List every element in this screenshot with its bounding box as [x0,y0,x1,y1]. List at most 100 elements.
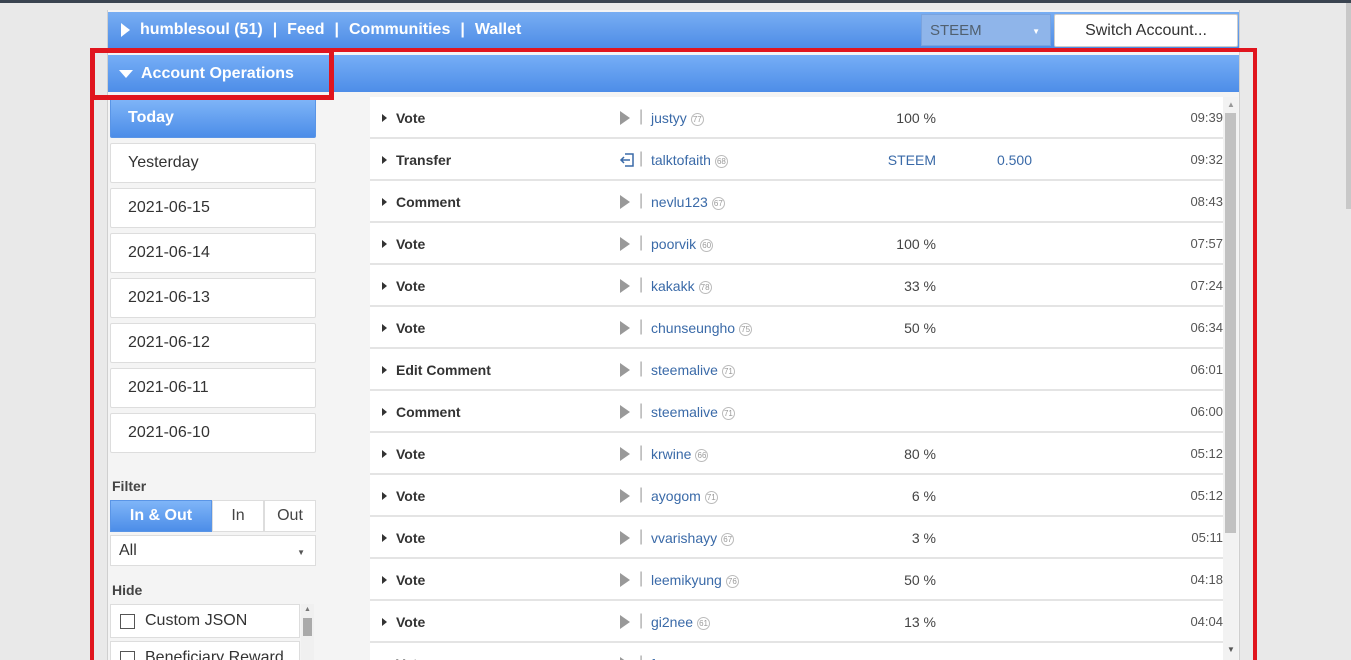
user-name: nevlu123 [651,194,708,210]
checkbox-icon[interactable] [120,650,135,660]
nav-feed-link[interactable]: Feed [287,21,324,39]
expand-arrow-icon[interactable] [382,618,387,626]
operation-type-select[interactable]: All ▼ [110,535,316,566]
account-operations-toggle[interactable]: Account Operations [108,55,330,92]
day-today-button[interactable]: Today [110,98,316,138]
filter-out-button[interactable]: Out [264,500,316,532]
operation-row[interactable]: Vote | kakakk 78 33 % 07:24 [370,265,1223,307]
scroll-up-icon[interactable]: ▲ [304,606,311,613]
operation-user-link[interactable]: leemikyung 76 [651,572,739,588]
operation-row[interactable]: Vote | fur [370,643,1223,660]
filter-segmented-control: In & Out In Out [110,500,316,532]
scroll-up-icon[interactable]: ▲ [1227,100,1235,109]
scroll-down-icon[interactable]: ▼ [1227,645,1235,654]
expand-arrow-icon[interactable] [382,240,387,248]
operation-user-link[interactable]: poorvik 60 [651,236,714,252]
operation-user-link[interactable]: fur [651,656,667,660]
sidebar: Today Yesterday 2021-06-15 2021-06-14 20… [108,98,320,660]
day-yesterday-button[interactable]: Yesterday [110,143,316,183]
operation-user-link[interactable]: steemalive 71 [651,404,735,420]
nav-communities-link[interactable]: Communities [349,21,450,39]
operation-row[interactable]: Comment | steemalive 71 06:00 [370,391,1223,433]
operation-row[interactable]: Vote | gi2nee 61 13 % 04:04 [370,601,1223,643]
reputation-badge: 61 [697,617,711,630]
expand-arrow-icon[interactable] [382,114,387,122]
operation-user-link[interactable]: steemalive 71 [651,362,735,378]
operation-user-link[interactable]: krwine 66 [651,446,709,462]
expand-arrow-icon[interactable] [382,534,387,542]
expand-arrow-icon[interactable] [382,198,387,206]
operation-user-link[interactable]: nevlu123 67 [651,194,725,210]
operation-user-link[interactable]: gi2nee 61 [651,614,711,630]
expand-arrow-icon[interactable] [382,324,387,332]
expand-arrow-icon[interactable] [382,282,387,290]
window-top-strip [0,0,1351,3]
play-icon [620,195,630,209]
day-button[interactable]: 2021-06-14 [110,233,316,273]
scroll-thumb[interactable] [303,618,312,636]
filter-in-out-button[interactable]: In & Out [110,500,212,532]
hide-options-list: Custom JSON Beneficiary Reward ▲ ▼ [110,604,316,660]
day-button[interactable]: 2021-06-12 [110,323,316,363]
checkbox-icon[interactable] [120,613,135,629]
scroll-thumb[interactable] [1225,113,1236,533]
nav-account-link[interactable]: humblesoul (51) [140,21,263,39]
day-button[interactable]: 2021-06-10 [110,413,316,453]
page-scrollbar[interactable] [1346,3,1351,209]
operation-type-value: All [119,541,137,559]
operation-user-link[interactable]: chunseungho 75 [651,320,753,336]
play-icon [620,489,630,503]
operation-user-link[interactable]: kakakk 78 [651,278,712,294]
operation-user-link[interactable]: talktofaith 68 [651,152,728,168]
operations-scrollbar[interactable]: ▲ ▼ [1223,97,1238,660]
operation-time: 06:00 [1190,404,1223,419]
operation-row[interactable]: Vote | ayogom 71 6 % 05:12 [370,475,1223,517]
operation-user-link[interactable]: justyy 77 [651,110,704,126]
operation-value: STEEM [887,152,936,168]
operation-row[interactable]: Comment | nevlu123 67 08:43 [370,181,1223,223]
day-button[interactable]: 2021-06-13 [110,278,316,318]
filter-in-button[interactable]: In [212,500,264,532]
expand-arrow-icon[interactable] [382,576,387,584]
operation-row[interactable]: Vote | justyy 77 100 % 09:39 [370,97,1223,139]
operation-user-link[interactable]: vvarishayy 67 [651,530,735,546]
operation-type: Edit Comment [396,362,491,378]
operation-row[interactable]: Vote | krwine 66 80 % 05:12 [370,433,1223,475]
operation-value: 100 % [896,236,936,252]
column-separator: | [639,570,644,587]
nav-wallet-link[interactable]: Wallet [475,21,522,39]
day-button[interactable]: 2021-06-11 [110,368,316,408]
currency-select[interactable]: STEEM ▼ [921,14,1051,46]
user-name: talktofaith [651,152,711,168]
operation-row[interactable]: Vote | vvarishayy 67 3 % 05:11 [370,517,1223,559]
operation-time: 05:12 [1190,488,1223,503]
hide-custom-json-checkbox[interactable]: Custom JSON [110,604,300,638]
expand-arrow-icon[interactable] [382,408,387,416]
play-icon [620,237,630,251]
operation-row[interactable]: Edit Comment | steemalive 71 06:01 [370,349,1223,391]
operation-row[interactable]: Vote | poorvik 60 100 % 07:57 [370,223,1223,265]
operation-row[interactable]: Vote | chunseungho 75 50 % 06:34 [370,307,1223,349]
operation-user-link[interactable]: ayogom 71 [651,488,718,504]
hide-list-scrollbar[interactable]: ▲ ▼ [301,604,314,660]
hide-beneficiary-reward-checkbox[interactable]: Beneficiary Reward [110,641,300,660]
operation-row[interactable]: Vote | leemikyung 76 50 % 04:18 [370,559,1223,601]
column-separator: | [639,192,644,209]
top-nav-bar: humblesoul (51) | Feed | Communities | W… [108,12,1239,48]
expand-arrow-icon[interactable] [121,23,130,37]
operation-row[interactable]: Transfer | talktofaith 68 STEEM 0.500 09:… [370,139,1223,181]
expand-arrow-icon[interactable] [382,492,387,500]
expand-arrow-icon[interactable] [382,156,387,164]
operation-time: 05:11 [1191,530,1223,545]
play-icon [620,531,630,545]
operation-value: 13 % [904,614,936,630]
switch-account-button[interactable]: Switch Account... [1054,14,1238,47]
operation-value: 80 % [904,446,936,462]
expand-arrow-icon[interactable] [382,366,387,374]
expand-arrow-icon[interactable] [382,450,387,458]
reputation-badge: 67 [711,197,725,210]
day-button[interactable]: 2021-06-15 [110,188,316,228]
operation-type: Vote [396,320,426,336]
operation-type: Vote [396,236,426,252]
operation-value: 6 % [911,488,936,504]
